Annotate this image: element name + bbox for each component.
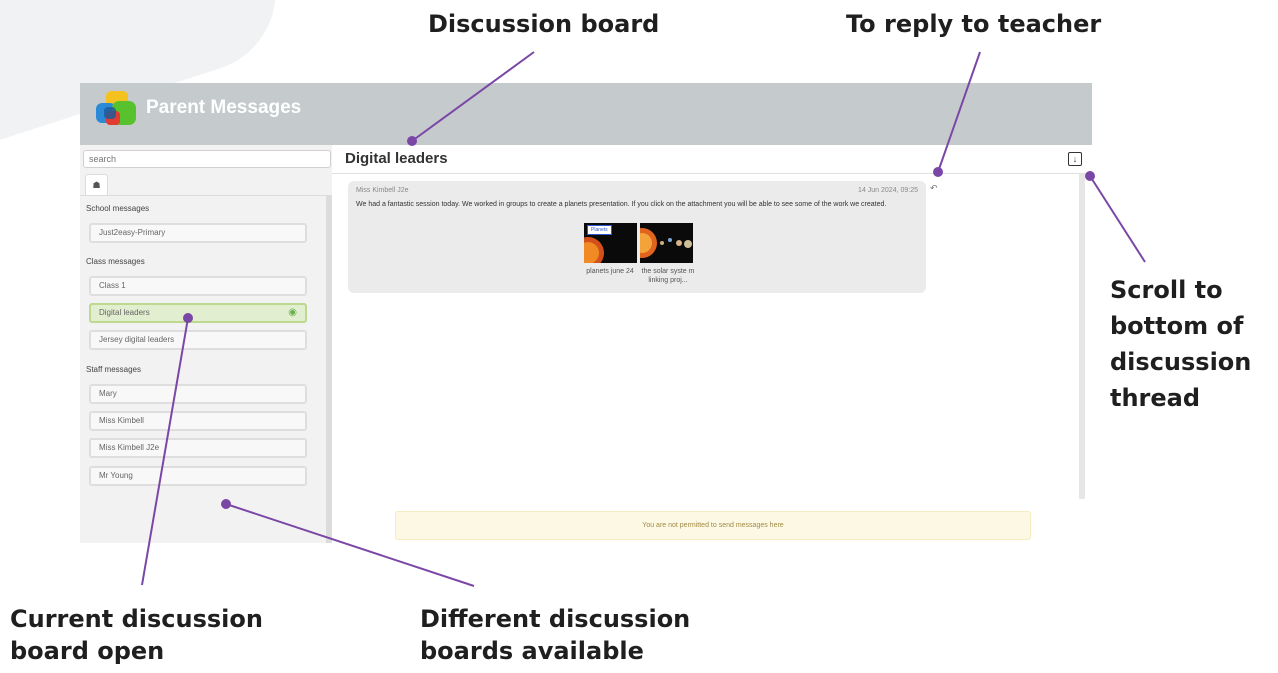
- callout-line-scroll: [1089, 175, 1146, 263]
- callout-dot: [933, 167, 943, 177]
- callout-line-reply: [937, 51, 981, 173]
- callout-line-current-board: [141, 317, 189, 586]
- callout-lines: [141, 51, 1146, 587]
- callout-dot: [407, 136, 417, 146]
- callout-line-different-boards: [225, 503, 475, 587]
- callout-dot: [183, 313, 193, 323]
- callout-dot: [221, 499, 231, 509]
- callout-dot: [1085, 171, 1095, 181]
- callout-line-discussion-board: [411, 51, 535, 142]
